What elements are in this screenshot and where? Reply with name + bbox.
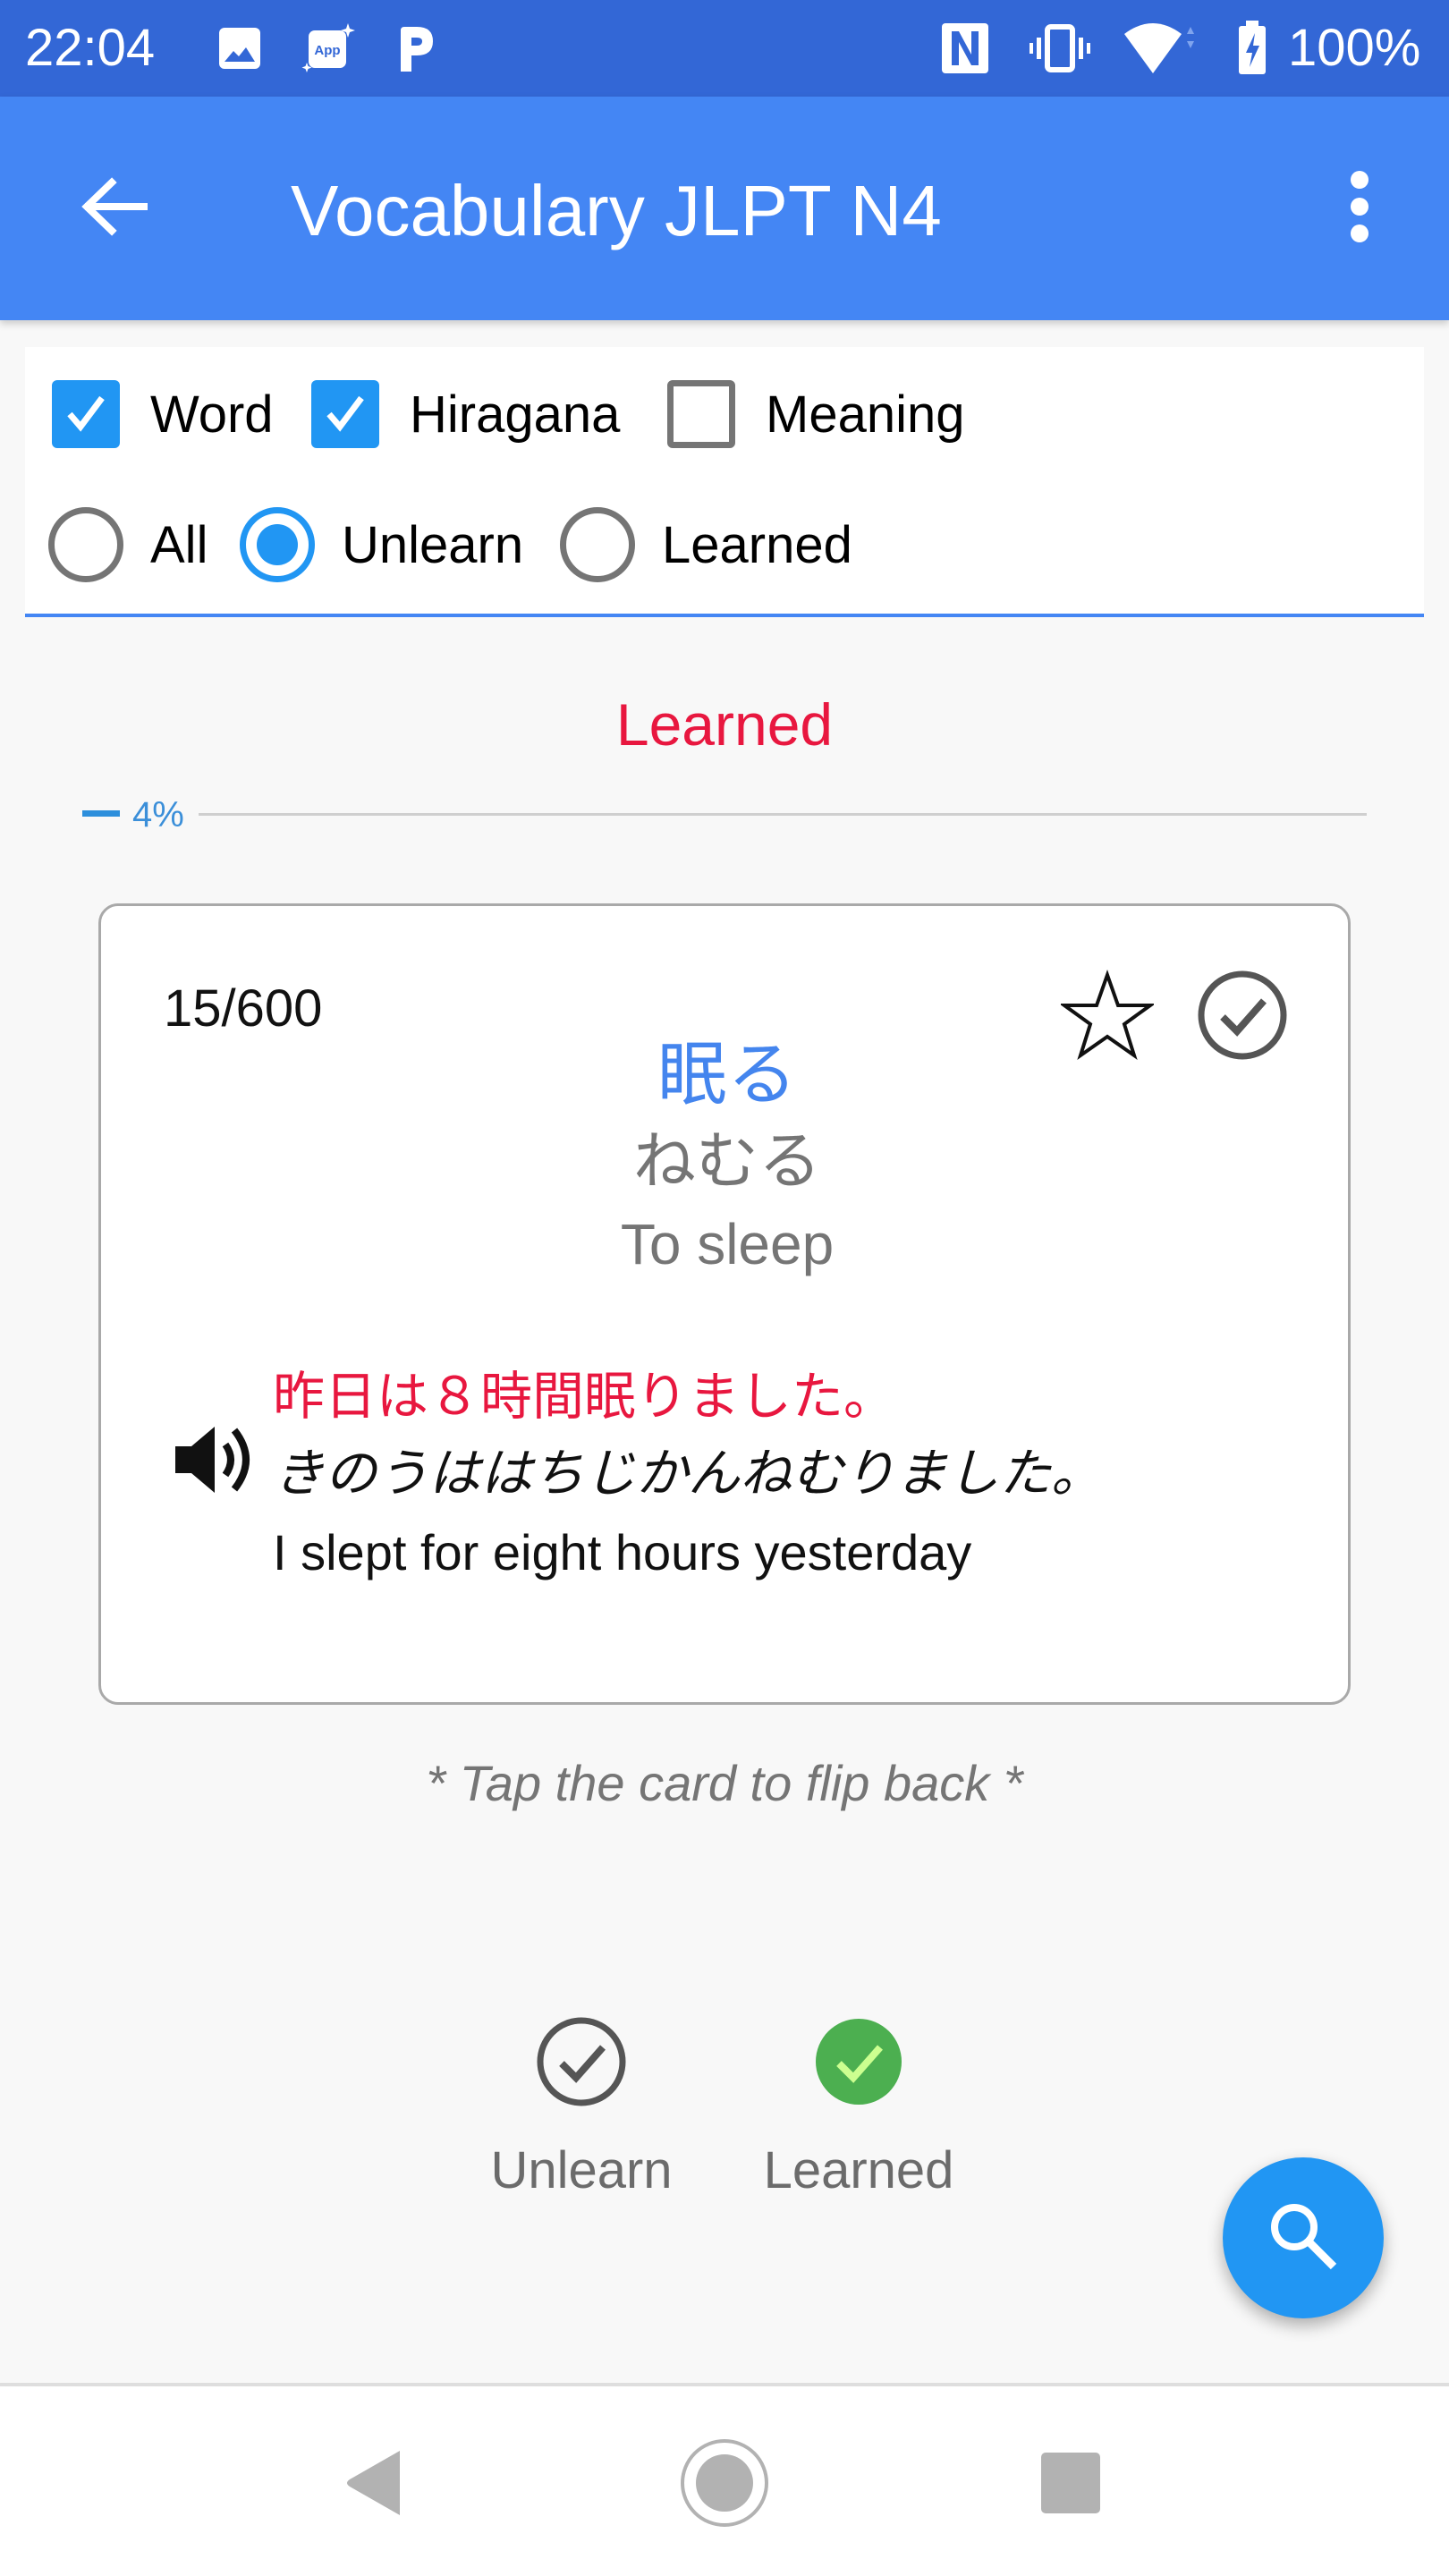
check-circle-filled-icon bbox=[809, 2012, 908, 2111]
page-title: Vocabulary JLPT N4 bbox=[291, 171, 942, 250]
toggle-label: Unlearn bbox=[490, 2141, 673, 2199]
nav-recents-button[interactable] bbox=[1017, 2431, 1124, 2538]
toggle-label: Learned bbox=[763, 2141, 954, 2199]
nfc-icon bbox=[937, 23, 993, 73]
arrow-back-icon bbox=[80, 175, 148, 242]
checkbox-label: Word bbox=[150, 385, 274, 444]
checkbox-word[interactable]: Word bbox=[52, 377, 274, 452]
vibrate-icon bbox=[1029, 23, 1091, 73]
system-nav-bar bbox=[0, 2383, 1449, 2576]
speaker-icon bbox=[172, 1419, 258, 1504]
svg-text:App: App bbox=[314, 43, 340, 58]
checkbox-meaning[interactable]: Meaning bbox=[667, 377, 964, 452]
battery-charging-icon bbox=[1234, 21, 1270, 74]
status-bar: 22:04 App 100% bbox=[0, 0, 1449, 97]
nav-back-button[interactable] bbox=[322, 2431, 429, 2538]
radio-all[interactable]: All bbox=[48, 504, 208, 585]
radio-selected-icon bbox=[240, 507, 315, 582]
p-app-icon bbox=[394, 23, 438, 73]
triangle-back-icon bbox=[344, 2449, 407, 2521]
battery-percent: 100% bbox=[1288, 19, 1421, 77]
progress-track bbox=[199, 813, 1367, 816]
more-vertical-icon bbox=[1349, 170, 1370, 247]
example-kana: きのうははちじかんねむりました。 bbox=[273, 1445, 1104, 1503]
back-button[interactable] bbox=[64, 164, 163, 253]
overflow-menu-button[interactable] bbox=[1315, 159, 1404, 258]
app-notification-icon: App bbox=[301, 23, 356, 73]
checkbox-checked-icon bbox=[311, 380, 379, 448]
radio-unlearn[interactable]: Unlearn bbox=[240, 504, 523, 585]
flip-hint: * Tap the card to flip back * bbox=[426, 1755, 1023, 1811]
example-english: I slept for eight hours yesterday bbox=[273, 1524, 972, 1580]
search-icon bbox=[1266, 2199, 1341, 2278]
square-recents-icon bbox=[1039, 2451, 1102, 2520]
progress-label: 4% bbox=[132, 795, 184, 835]
card-meaning: To sleep bbox=[620, 1212, 835, 1276]
unlearn-toggle[interactable]: Unlearn bbox=[474, 2012, 689, 2209]
app-bar: Vocabulary JLPT N4 bbox=[0, 97, 1449, 320]
checkbox-checked-icon bbox=[52, 380, 120, 448]
radio-learned[interactable]: Learned bbox=[560, 504, 852, 585]
status-heading: Learned bbox=[615, 691, 834, 758]
checkbox-label: Meaning bbox=[766, 385, 965, 444]
checkbox-unchecked-icon bbox=[667, 380, 735, 448]
check-circle-outline-icon bbox=[532, 2012, 631, 2111]
checkbox-hiragana[interactable]: Hiragana bbox=[311, 377, 620, 452]
radio-label: All bbox=[150, 515, 208, 574]
progress-fill bbox=[82, 810, 120, 817]
card-reading: ねむる bbox=[633, 1126, 821, 1196]
radio-label: Unlearn bbox=[342, 515, 524, 574]
radio-unselected-icon bbox=[48, 507, 123, 582]
wifi-icon bbox=[1122, 23, 1197, 73]
example-japanese: 昨日は８時間眠りました。 bbox=[273, 1368, 896, 1426]
filter-panel: Word Hiragana Meaning All Unlearn Learne… bbox=[25, 347, 1424, 617]
radio-label: Learned bbox=[662, 515, 852, 574]
card-word: 眠る bbox=[657, 1035, 797, 1114]
play-audio-button[interactable] bbox=[165, 1412, 264, 1511]
checkbox-label: Hiragana bbox=[410, 385, 621, 444]
nav-home-button[interactable] bbox=[671, 2431, 778, 2538]
status-time: 22:04 bbox=[25, 19, 156, 77]
flashcard[interactable]: 15/600 眠る ねむる To sleep 昨日は８時間眠りました。 きのうは… bbox=[98, 903, 1351, 1705]
gallery-icon bbox=[216, 23, 263, 73]
learned-toggle[interactable]: Learned bbox=[751, 2012, 966, 2209]
home-circle-icon bbox=[678, 2436, 771, 2534]
radio-unselected-icon bbox=[560, 507, 635, 582]
search-button[interactable] bbox=[1223, 2157, 1384, 2318]
